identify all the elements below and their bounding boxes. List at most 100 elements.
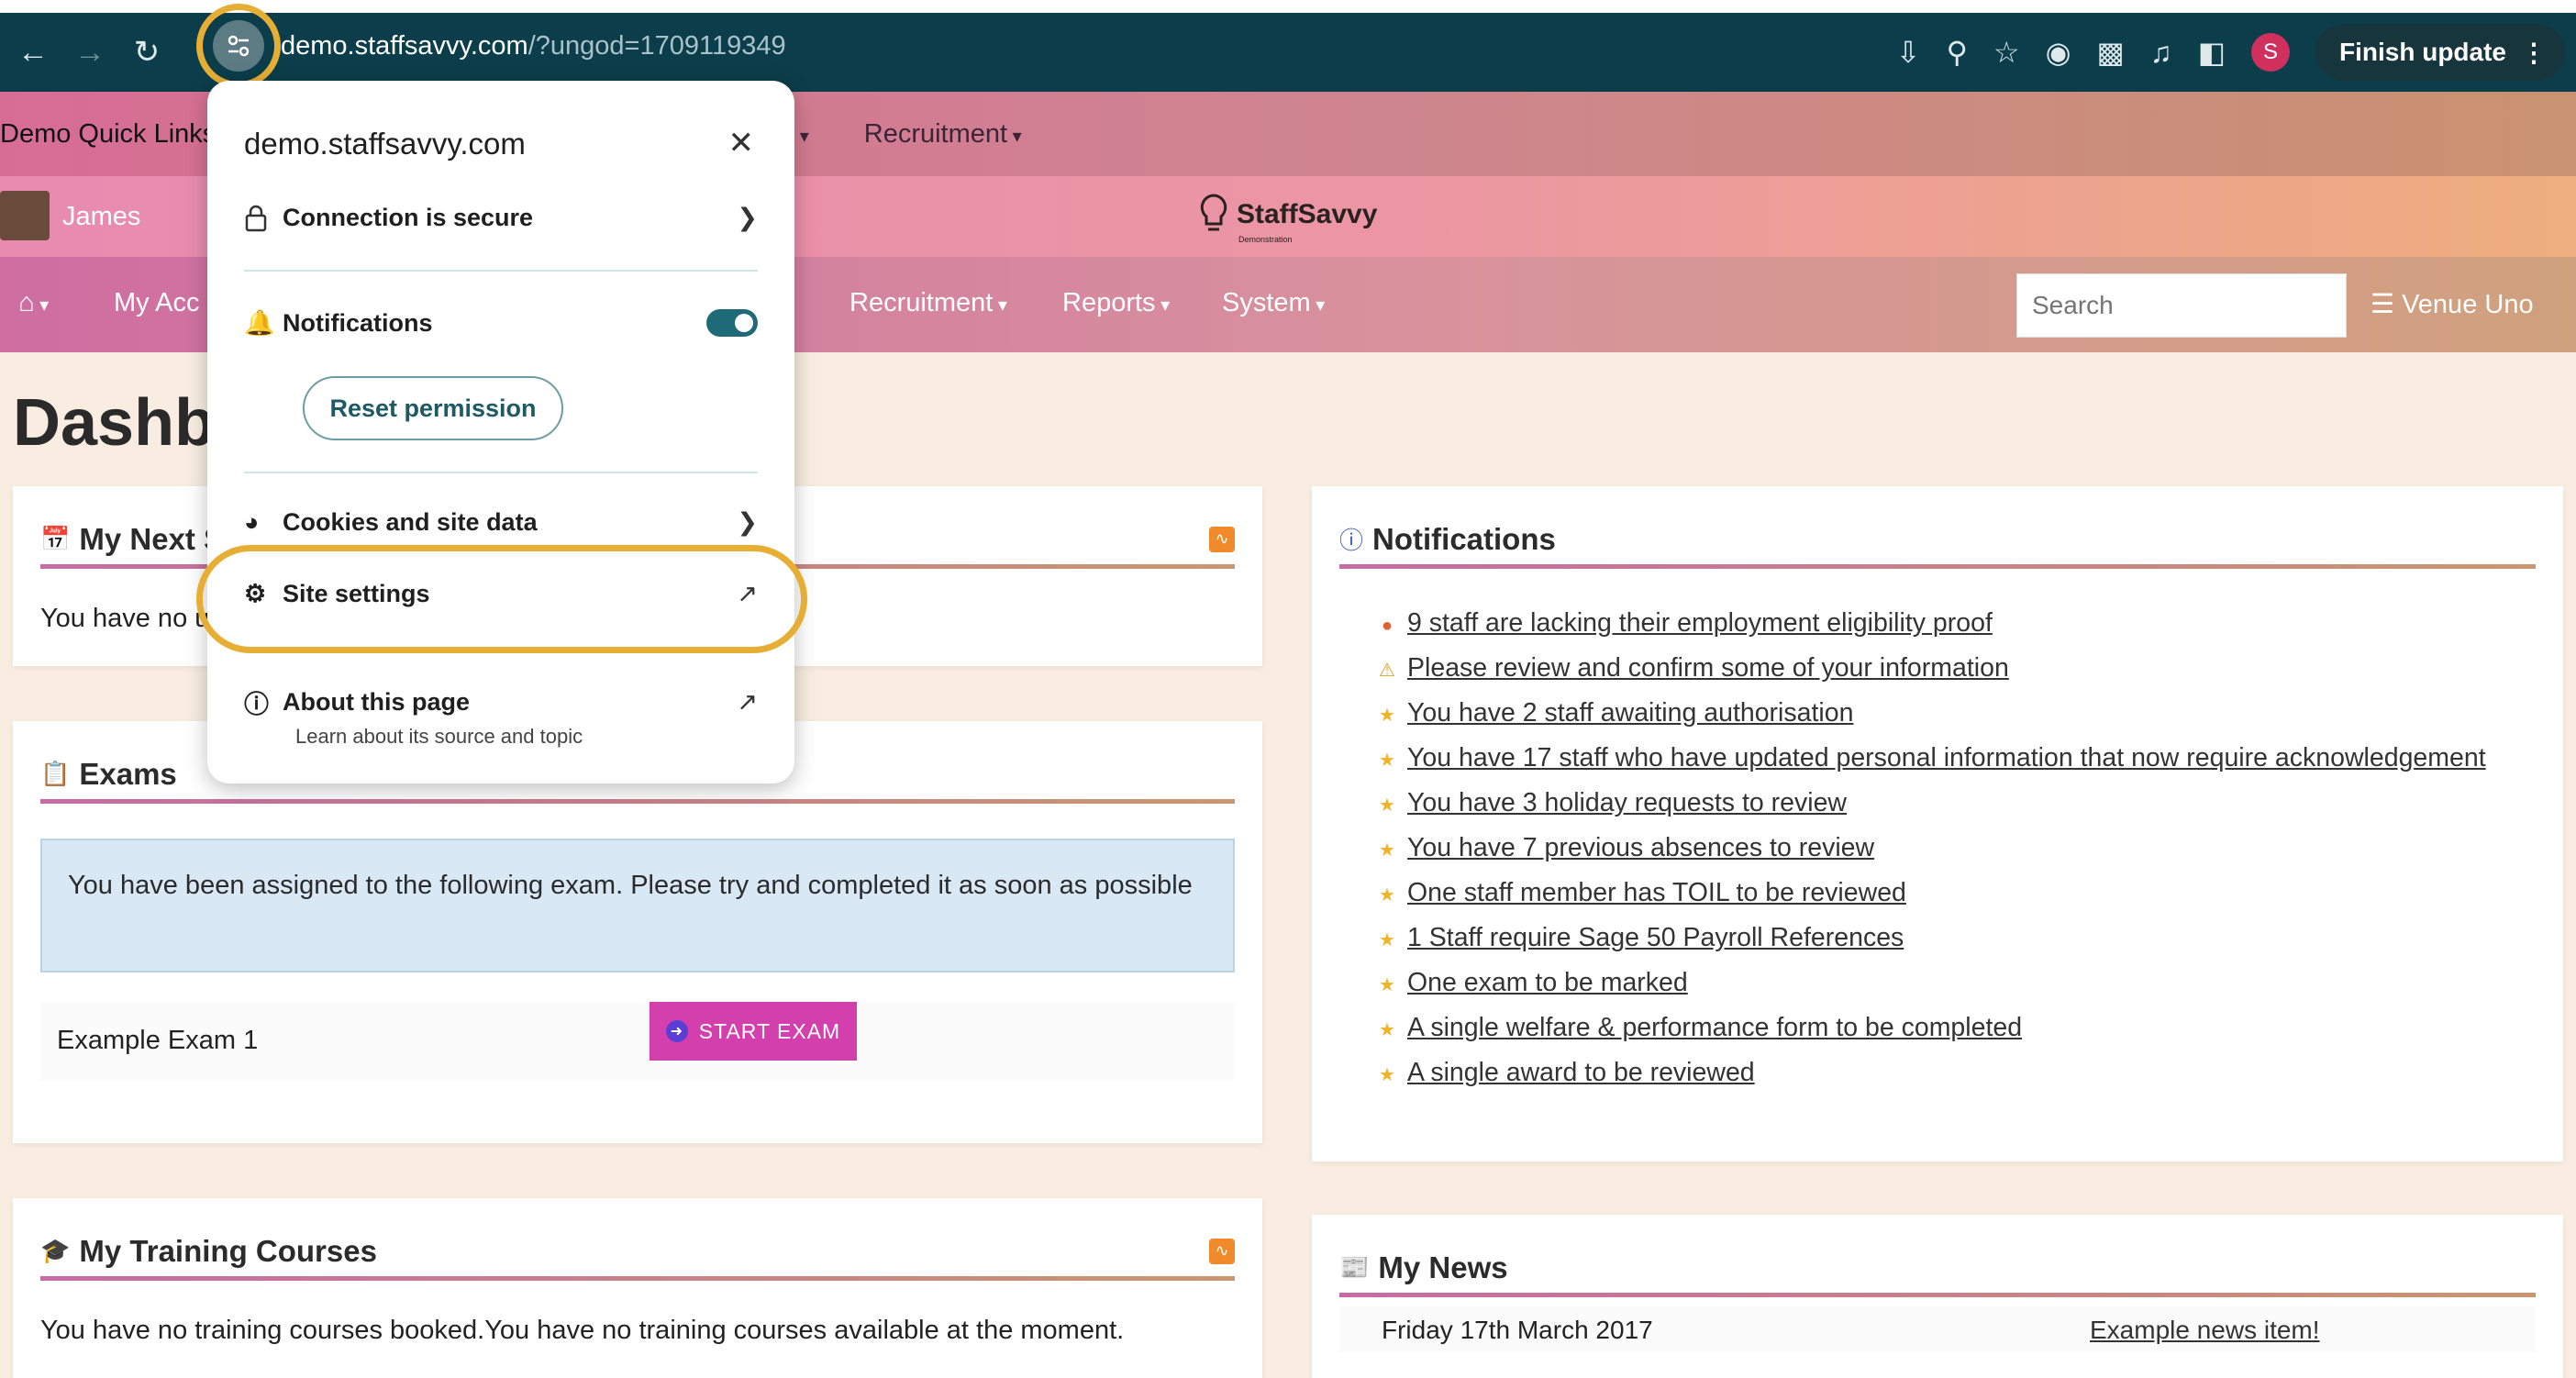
start-exam-button[interactable]: ➜ START EXAM [650,1002,857,1061]
nav-system[interactable]: System [1222,288,1325,318]
cookie-icon: ◕ [244,508,260,536]
cookies-row[interactable]: ◕ Cookies and site data ❯ [244,508,758,537]
extensions-icon[interactable]: ▩ [2097,35,2125,70]
notification-link[interactable]: You have 2 staff awaiting authorisation [1407,698,1853,728]
star-icon: ★ [1379,885,1395,906]
notification-link[interactable]: You have 7 previous absences to review [1407,833,1874,862]
exam-row: Example Exam 1 ➜ START EXAM [40,1002,1235,1081]
notification-link[interactable]: One staff member has TOIL to be reviewed [1407,878,1906,907]
star-icon: ★ [1379,795,1395,816]
divider [244,472,758,473]
notification-link[interactable]: You have 3 holiday requests to review [1407,788,1847,817]
card-header: ⓘ Notifications [1339,514,2536,569]
notification-link[interactable]: 9 staff are lacking their employment eli… [1407,608,1993,638]
notification-link[interactable]: Please review and confirm some of your i… [1407,653,2009,683]
notification-link[interactable]: You have 17 staff who have updated perso… [1407,743,2486,772]
staffsavvy-logo[interactable]: StaffSavvy Demonstration [1198,193,1378,244]
connection-label: Connection is secure [283,204,534,231]
user-avatar[interactable] [0,191,50,240]
list-item: ★ One staff member has TOIL to be reviewe… [1367,872,2550,917]
forward-button[interactable]: → [66,28,114,76]
notification-link[interactable]: A single award to be reviewed [1407,1058,1755,1087]
site-info-button[interactable] [213,20,264,72]
card-title: My Training Courses [79,1233,377,1268]
star-icon: ★ [1379,750,1395,771]
profile-avatar[interactable]: S [2251,33,2290,72]
install-app-icon[interactable]: ⇩ [1896,35,1921,70]
toggle-switch[interactable] [706,309,758,337]
star-icon: ★ [1379,930,1395,950]
back-button[interactable]: ← [9,28,57,76]
news-card: 📰 My News Friday 17th March 2017 Example… [1312,1215,2563,1378]
quick-link-recruitment[interactable]: Recruitment [864,119,1022,150]
notifications-label: Notifications [283,308,433,337]
about-page-row[interactable]: ⓘ About this page ↗ [244,684,758,720]
list-item: ★ 1 Staff require Sage 50 Payroll Referen… [1367,917,2550,961]
notifications-card: ⓘ Notifications ● 9 staff are lacking the… [1312,486,2563,1161]
divider [244,270,758,272]
close-icon[interactable]: ✕ [728,125,755,161]
reload-button[interactable]: ↻ [123,28,171,76]
notification-link[interactable]: A single welfare & performance form to b… [1407,1013,2022,1042]
finish-update-button[interactable]: Finish update ⋮ [2315,24,2565,81]
start-exam-label: START EXAM [698,1018,841,1043]
cookies-label: Cookies and site data [283,508,538,536]
venue-selector[interactable]: ☰ Venue Uno [2371,288,2534,320]
toolbar-actions: ⇩ ⚲ ☆ ◉ ▩ ♫ ◧ S Finish update ⋮ [1896,13,2565,92]
zoom-icon[interactable]: ⚲ [1946,35,1967,70]
calendar-icon: 📅 [40,525,71,552]
training-text: You have no training courses booked.You … [40,1316,1125,1345]
notification-link[interactable]: One exam to be marked [1407,968,1688,997]
bookmark-star-icon[interactable]: ☆ [1993,35,2020,70]
star-icon: ★ [1379,840,1395,861]
exam-name: Example Exam 1 [57,1026,259,1055]
media-controls-icon[interactable]: ♫ [2150,36,2172,70]
info-icon: ⓘ [1339,527,1364,554]
rss-icon[interactable]: ∿ [1209,526,1235,552]
news-date: Friday 17th March 2017 [1382,1316,1653,1344]
side-panel-icon[interactable]: ◧ [2198,35,2226,70]
address-bar[interactable]: demo.staffsavvy.com/?ungod=1709119349 [281,31,786,61]
connection-row[interactable]: Connection is secure ❯ [244,204,758,232]
list-item: ★ You have 2 staff awaiting authorisation [1367,692,2550,737]
logo-subtitle: Demonstration [1238,235,1293,244]
user-name[interactable]: James [62,202,140,232]
window-top-strip [0,0,2576,13]
arrow-right-icon: ➜ [665,1020,688,1042]
password-manager-icon[interactable]: ◉ [2046,35,2071,70]
nav-my-account[interactable]: My Acc [114,288,199,318]
graduation-cap-icon: 🎓 [40,1237,71,1264]
quick-links-label[interactable]: Demo Quick Links [0,119,216,150]
news-row: Friday 17th March 2017 Example news item… [1339,1306,2536,1352]
list-item: ● 9 staff are lacking their employment el… [1367,602,2550,647]
home-icon[interactable]: ⌂ [18,288,49,318]
star-icon: ★ [1379,706,1395,726]
nav-recruitment[interactable]: Recruitment [849,288,1007,318]
card-title: Notifications [1372,521,1556,556]
card-title: My News [1378,1250,1508,1284]
site-info-popup: demo.staffsavvy.com ✕ Connection is secu… [207,81,794,783]
news-link[interactable]: Example news item! [2090,1316,2320,1345]
notification-link[interactable]: 1 Staff require Sage 50 Payroll Referenc… [1407,923,1904,952]
site-settings-highlight-ring [196,545,807,653]
notifications-toggle[interactable] [706,309,758,337]
finish-update-label: Finish update [2339,38,2506,66]
logo-text: StaffSavvy [1237,199,1378,229]
card-title: My Next S [79,521,225,556]
about-subtitle: Learn about its source and topic [295,725,583,748]
reset-permission-button[interactable]: Reset permission [303,376,563,440]
search-input[interactable] [2016,273,2347,338]
card-title: Exams [79,756,177,791]
lock-icon [244,205,283,232]
notifications-list: ● 9 staff are lacking their employment el… [1367,602,2550,1096]
chevron-right-icon: ❯ [737,204,758,231]
list-item: ★ You have 3 holiday requests to review [1367,782,2550,827]
about-info-icon: ⓘ [244,691,269,718]
rss-icon[interactable]: ∿ [1209,1238,1235,1264]
notifications-row: 🔔 Notifications [244,308,758,338]
nav-reports[interactable]: Reports [1062,288,1170,318]
sitemap-icon: ☰ [2371,290,2394,319]
next-shift-text: You have no u [40,604,210,633]
list-item: ★ A single welfare & performance form to … [1367,1006,2550,1051]
list-item: ★ One exam to be marked [1367,961,2550,1006]
